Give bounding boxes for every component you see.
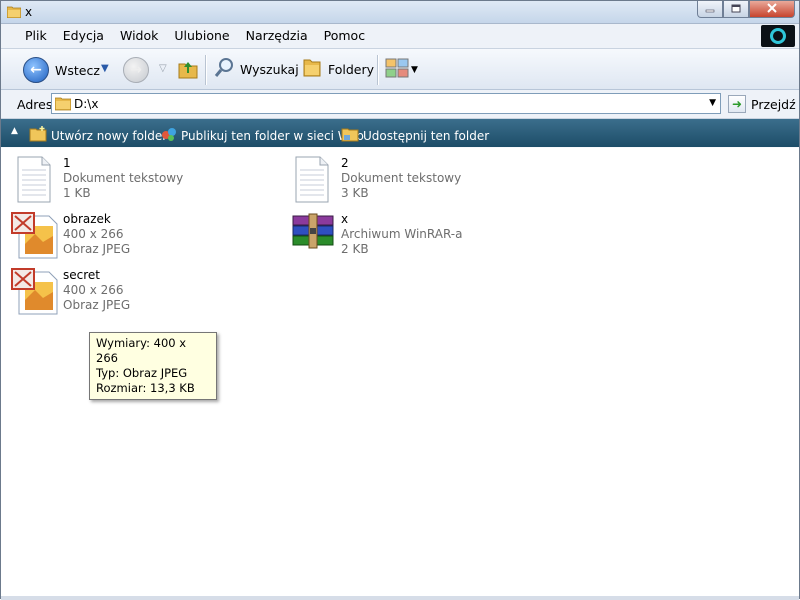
explorer-window: x Plik Edycja Widok Ulubione Narzędzia P… xyxy=(0,0,800,600)
list-item[interactable]: 1 Dokument tekstowy 1 KB xyxy=(17,156,277,208)
share-task[interactable]: Udostępnij ten folder xyxy=(341,126,489,145)
close-icon xyxy=(767,2,777,16)
menu-ulubione[interactable]: Ulubione xyxy=(166,28,237,43)
back-label: Wstecz xyxy=(55,62,100,78)
address-input[interactable]: D:\x ▼ xyxy=(51,93,721,114)
new-folder-label: Utwórz nowy folder xyxy=(51,128,168,143)
share-folder-icon xyxy=(341,126,359,145)
tooltip-dimensions: Wymiary: 400 x 266 xyxy=(96,336,187,365)
publish-label: Publikuj ten folder w sieci Web xyxy=(181,128,364,143)
address-label: Adres xyxy=(17,97,53,112)
maximize-icon xyxy=(731,2,741,16)
tooltip-size: Rozmiar: 13,3 KB xyxy=(96,381,195,395)
file-size: 1 KB xyxy=(63,186,91,200)
folder-icon xyxy=(6,5,22,19)
go-arrow-icon[interactable]: ➜ xyxy=(728,95,746,113)
views-icon xyxy=(385,57,409,82)
file-type: Dokument tekstowy xyxy=(63,171,184,185)
folder-icon xyxy=(54,96,72,114)
file-type: Obraz JPEG xyxy=(63,242,131,256)
minimize-button[interactable] xyxy=(697,1,723,18)
collapse-arrow-icon[interactable]: ▲ xyxy=(11,126,18,136)
title-bar[interactable]: x xyxy=(1,1,799,24)
menu-plik[interactable]: Plik xyxy=(17,28,55,43)
list-item[interactable]: secret 400 x 266 Obraz JPEG xyxy=(11,268,271,320)
file-size: 2 KB xyxy=(341,242,369,256)
search-icon xyxy=(213,57,235,82)
toolbar: ← Wstecz ▼ → ▽ Wyszukaj Foldery ▼ xyxy=(1,49,799,90)
forward-dropdown-icon[interactable]: ▽ xyxy=(159,63,167,74)
address-dropdown-icon[interactable]: ▼ xyxy=(709,98,716,108)
list-item[interactable]: 2 Dokument tekstowy 3 KB xyxy=(295,156,555,208)
back-dropdown-icon[interactable]: ▼ xyxy=(101,63,109,74)
jpeg-file-icon xyxy=(11,268,58,316)
search-button[interactable]: Wyszukaj xyxy=(213,57,299,82)
address-bar: Adres D:\x ▼ ➜ Przejdź xyxy=(1,90,799,119)
maximize-button[interactable] xyxy=(723,1,749,18)
window-title: x xyxy=(25,5,33,19)
file-size: 3 KB xyxy=(341,186,369,200)
go-button[interactable]: Przejdź xyxy=(751,97,796,112)
new-folder-task[interactable]: Utwórz nowy folder xyxy=(29,126,167,145)
back-arrow-icon: ← xyxy=(23,57,49,83)
text-file-icon xyxy=(17,156,61,204)
new-folder-icon xyxy=(29,126,47,145)
folders-label: Foldery xyxy=(328,62,375,77)
list-item[interactable]: x Archiwum WinRAR-a 2 KB xyxy=(291,212,551,264)
back-button[interactable]: ← Wstecz xyxy=(23,57,100,83)
publish-web-icon xyxy=(161,126,177,145)
file-name: secret xyxy=(63,268,100,282)
file-type: Obraz JPEG xyxy=(63,298,131,312)
menu-edycja[interactable]: Edycja xyxy=(55,28,112,43)
file-info-tooltip: Wymiary: 400 x 266 Typ: Obraz JPEG Rozmi… xyxy=(89,332,217,400)
file-name: obrazek xyxy=(63,212,111,226)
forward-button[interactable]: → xyxy=(123,57,149,83)
jpeg-file-icon xyxy=(11,212,58,260)
status-strip xyxy=(1,596,799,600)
folder-tasks-bar: ▲ Utwórz nowy folder Publikuj ten folder… xyxy=(1,119,799,147)
close-button[interactable] xyxy=(749,1,795,18)
tooltip-type: Typ: Obraz JPEG xyxy=(96,366,188,380)
text-file-icon xyxy=(295,156,339,204)
menu-bar: Plik Edycja Widok Ulubione Narzędzia Pom… xyxy=(1,24,799,49)
list-item[interactable]: obrazek 400 x 266 Obraz JPEG xyxy=(11,212,271,264)
views-dropdown-icon: ▼ xyxy=(411,64,418,75)
publish-task[interactable]: Publikuj ten folder w sieci Web xyxy=(161,126,364,145)
up-folder-icon xyxy=(177,58,199,83)
file-type: Archiwum WinRAR-a xyxy=(341,227,463,241)
minimize-icon xyxy=(705,2,715,16)
forward-arrow-icon: → xyxy=(123,57,149,83)
file-name: 2 xyxy=(341,156,349,170)
menu-widok[interactable]: Widok xyxy=(112,28,166,43)
address-value: D:\x xyxy=(74,97,99,111)
file-name: 1 xyxy=(63,156,71,170)
menu-pomoc[interactable]: Pomoc xyxy=(316,28,373,43)
search-label: Wyszukaj xyxy=(240,62,299,77)
file-dimensions: 400 x 266 xyxy=(63,227,124,241)
file-type: Dokument tekstowy xyxy=(341,171,462,185)
views-button[interactable]: ▼ xyxy=(385,57,418,82)
folders-button[interactable]: Foldery xyxy=(301,57,374,82)
winrar-archive-icon xyxy=(291,212,335,260)
folders-icon xyxy=(301,57,323,82)
windows-logo-icon xyxy=(761,25,795,47)
file-name: x xyxy=(341,212,349,226)
window-controls xyxy=(697,1,795,19)
share-label: Udostępnij ten folder xyxy=(363,128,490,143)
file-dimensions: 400 x 266 xyxy=(63,283,124,297)
up-folder-button[interactable] xyxy=(177,58,199,83)
menu-narzedzia[interactable]: Narzędzia xyxy=(238,28,316,43)
